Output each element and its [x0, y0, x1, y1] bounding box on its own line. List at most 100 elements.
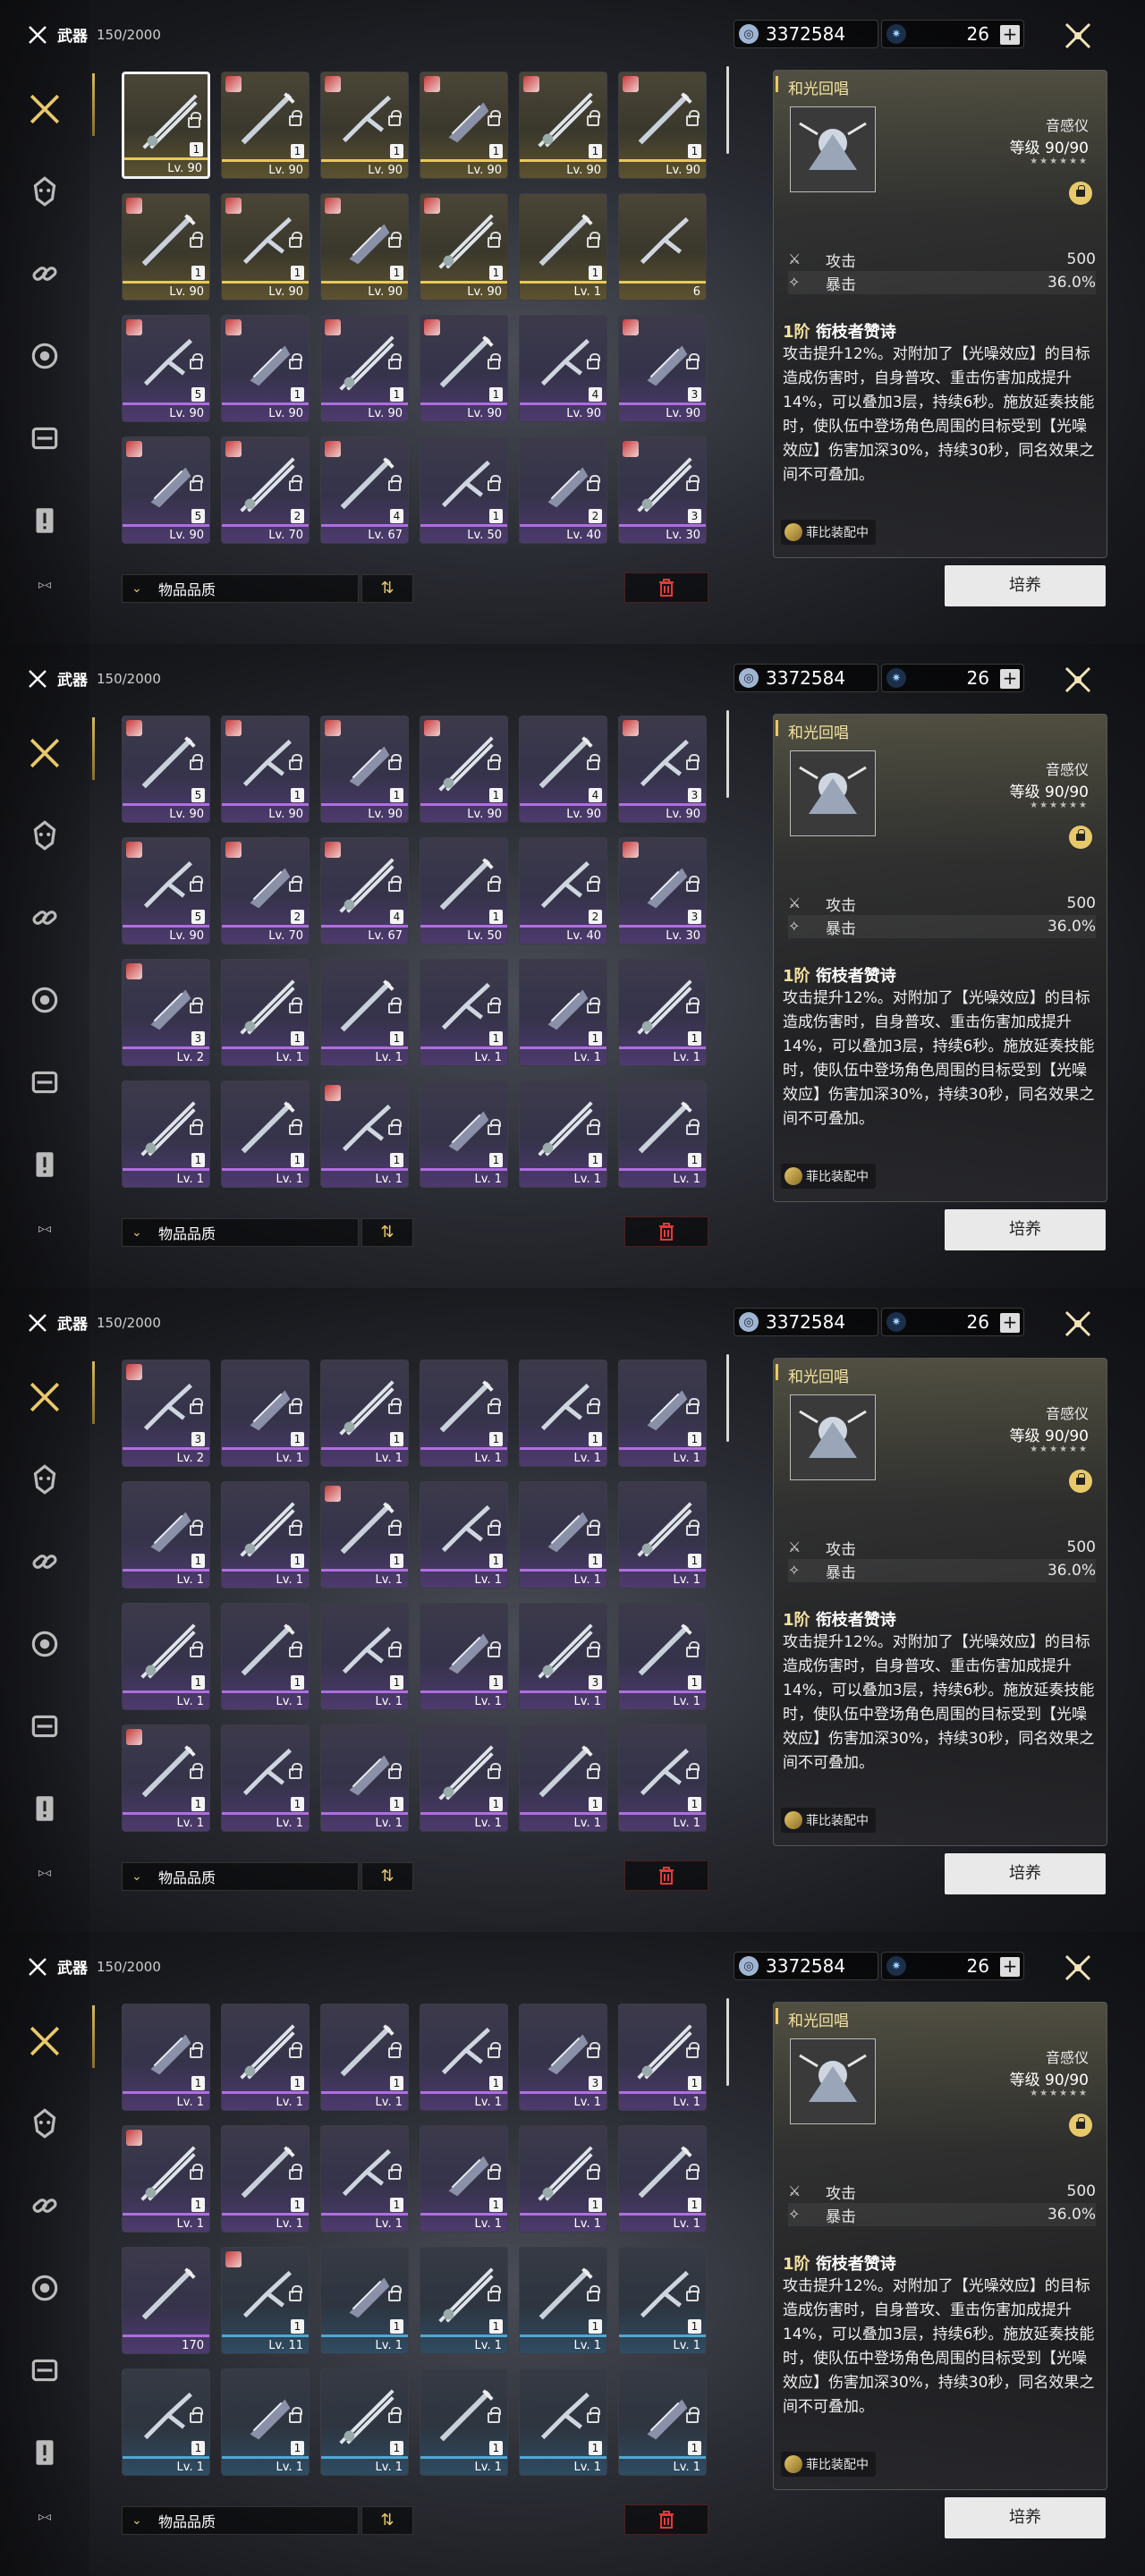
weapon-tile[interactable]: 1 Lv. 1 — [221, 959, 310, 1066]
weapon-tile[interactable]: 1 Lv. 1 — [618, 2368, 707, 2476]
coin-counter[interactable]: ◎ 3372584 — [734, 1952, 878, 1980]
weapon-tile[interactable]: 1 Lv. 50 — [420, 837, 508, 945]
weapon-tile[interactable]: 1 Lv. 1 — [420, 2368, 508, 2476]
weapon-tile[interactable]: 1 Lv. 90 — [221, 72, 310, 179]
cultivate-button[interactable]: 培养 — [945, 2497, 1106, 2538]
weapon-tile[interactable]: 1 Lv. 1 — [519, 1080, 607, 1188]
weapon-tile[interactable]: 1 Lv. 1 — [420, 1360, 508, 1467]
weapon-tile[interactable]: 1 Lv. 90 — [519, 72, 607, 179]
weapon-tile[interactable]: 1 Lv. 1 — [420, 1481, 508, 1589]
sidebar-item-upgrade-material[interactable] — [25, 2186, 64, 2225]
weapon-tile[interactable]: 3 Lv. 2 — [122, 959, 210, 1066]
cultivate-button[interactable]: 培养 — [945, 565, 1106, 606]
weapon-tile[interactable]: 1 Lv. 90 — [221, 716, 310, 823]
sidebar-item-resource[interactable] — [25, 1707, 64, 1746]
weapon-tile[interactable]: 1 Lv. 1 — [420, 1603, 508, 1710]
close-button[interactable] — [1060, 1950, 1096, 1986]
weapon-tile[interactable]: 1 Lv. 1 — [320, 1724, 409, 1832]
weapon-tile[interactable]: 4 Lv. 67 — [320, 436, 409, 544]
weapon-tile[interactable]: 1 Lv. 1 — [420, 2247, 508, 2354]
sidebar-item-resource[interactable] — [25, 1063, 64, 1102]
sidebar-item-develop-material[interactable] — [25, 2268, 64, 2308]
weapon-tile[interactable]: 1 Lv. 1 — [618, 959, 707, 1066]
weapon-tile[interactable]: 2 Lv. 70 — [221, 837, 310, 945]
weapon-tile[interactable]: 1 Lv. 90 — [320, 193, 409, 301]
sidebar-item-weapon[interactable] — [25, 733, 64, 773]
weapon-tile[interactable]: 1 Lv. 1 — [320, 1481, 409, 1589]
lock-toggle[interactable] — [1069, 826, 1092, 849]
weapon-tile[interactable]: 1 Lv. 90 — [122, 193, 210, 301]
close-button[interactable] — [1060, 18, 1096, 54]
sidebar-item-echo[interactable] — [25, 1460, 64, 1499]
add-stamina-button[interactable]: + — [1000, 25, 1020, 45]
weapon-tile[interactable]: 1 Lv. 1 — [618, 2004, 707, 2111]
sidebar-item-upgrade-material[interactable] — [25, 1542, 64, 1581]
sidebar-item-weapon[interactable] — [25, 89, 64, 129]
weapon-tile[interactable]: 1 Lv. 90 — [122, 72, 210, 179]
weapon-tile[interactable]: 1 Lv. 1 — [122, 1481, 210, 1589]
weapon-tile[interactable]: 1 Lv. 90 — [320, 716, 409, 823]
delete-button[interactable] — [624, 572, 708, 603]
weapon-tile[interactable]: 1 Lv. 1 — [221, 1080, 310, 1188]
weapon-tile[interactable]: 1 Lv. 1 — [420, 1080, 508, 1188]
weapon-tile[interactable]: 1 Lv. 1 — [320, 2247, 409, 2354]
weapon-tile[interactable]: 5 Lv. 90 — [122, 315, 210, 422]
sidebar-collapse-toggle[interactable]: ▹◃ — [25, 565, 64, 605]
weapon-tile[interactable]: 1 Lv. 1 — [420, 959, 508, 1066]
sidebar-item-weapon[interactable] — [25, 1377, 64, 1417]
weapon-tile[interactable]: 1 Lv. 11 — [221, 2247, 310, 2354]
weapon-tile[interactable]: 4 Lv. 90 — [519, 716, 607, 823]
weapon-tile[interactable]: 1 Lv. 1 — [320, 1080, 409, 1188]
stamina-counter[interactable]: ✷ 26 + — [881, 20, 1024, 48]
weapon-tile[interactable]: 5 Lv. 90 — [122, 716, 210, 823]
close-button[interactable] — [1060, 1306, 1096, 1342]
weapon-tile[interactable]: 1 Lv. 1 — [320, 2125, 409, 2233]
weapon-tile[interactable]: 170 — [122, 2247, 210, 2354]
weapon-tile[interactable]: 3 Lv. 30 — [618, 436, 707, 544]
sort-order-button[interactable]: ⇅ — [361, 2506, 413, 2535]
weapon-tile[interactable]: 1 Lv. 1 — [320, 2004, 409, 2111]
weapon-tile[interactable]: 3 Lv. 90 — [618, 716, 707, 823]
weapon-tile[interactable]: 1 Lv. 1 — [221, 2125, 310, 2233]
weapon-tile[interactable]: 1 Lv. 1 — [420, 2125, 508, 2233]
grid-scrollbar[interactable] — [726, 1354, 729, 1442]
sidebar-item-echo[interactable] — [25, 2104, 64, 2143]
sidebar-item-weapon[interactable] — [25, 2021, 64, 2061]
weapon-tile[interactable]: 1 Lv. 1 — [618, 1724, 707, 1832]
weapon-tile[interactable]: 1 Lv. 90 — [221, 193, 310, 301]
grid-scrollbar[interactable] — [726, 66, 729, 154]
sidebar-item-resource[interactable] — [25, 419, 64, 458]
quality-filter-dropdown[interactable]: ⌄ 物品品质 — [122, 1218, 359, 1247]
weapon-tile[interactable]: 1 Lv. 1 — [420, 2004, 508, 2111]
weapon-tile[interactable]: 1 Lv. 1 — [618, 2247, 707, 2354]
weapon-tile[interactable]: 1 Lv. 1 — [519, 2368, 607, 2476]
weapon-tile[interactable]: 1 Lv. 1 — [122, 1724, 210, 1832]
lock-toggle[interactable] — [1069, 2114, 1092, 2137]
weapon-tile[interactable]: 1 Lv. 1 — [320, 959, 409, 1066]
weapon-tile[interactable]: 1 Lv. 1 — [122, 2004, 210, 2111]
weapon-tile[interactable]: 1 Lv. 90 — [320, 315, 409, 422]
weapon-tile[interactable]: 2 Lv. 40 — [519, 436, 607, 544]
cultivate-button[interactable]: 培养 — [945, 1853, 1106, 1894]
coin-counter[interactable]: ◎ 3372584 — [734, 20, 878, 48]
weapon-tile[interactable]: 1 Lv. 90 — [420, 72, 508, 179]
delete-button[interactable] — [624, 2504, 708, 2535]
sidebar-collapse-toggle[interactable]: ▹◃ — [25, 2497, 64, 2537]
weapon-tile[interactable]: 1 Lv. 1 — [221, 1481, 310, 1589]
weapon-tile[interactable]: 2 Lv. 70 — [221, 436, 310, 544]
sort-order-button[interactable]: ⇅ — [361, 1218, 413, 1247]
sidebar-item-quest-item[interactable] — [25, 1145, 64, 1184]
quality-filter-dropdown[interactable]: ⌄ 物品品质 — [122, 2506, 359, 2535]
sidebar-item-upgrade-material[interactable] — [25, 898, 64, 937]
cultivate-button[interactable]: 培养 — [945, 1209, 1106, 1250]
coin-counter[interactable]: ◎ 3372584 — [734, 1308, 878, 1336]
weapon-tile[interactable]: 1 Lv. 1 — [320, 2368, 409, 2476]
weapon-tile[interactable]: 1 Lv. 90 — [320, 72, 409, 179]
quality-filter-dropdown[interactable]: ⌄ 物品品质 — [122, 574, 359, 603]
sort-order-button[interactable]: ⇅ — [361, 574, 413, 603]
weapon-tile[interactable]: 3 Lv. 1 — [519, 1603, 607, 1710]
weapon-tile[interactable]: 1 Lv. 90 — [420, 193, 508, 301]
lock-toggle[interactable] — [1069, 1470, 1092, 1493]
lock-toggle[interactable] — [1069, 182, 1092, 205]
add-stamina-button[interactable]: + — [1000, 1313, 1020, 1333]
